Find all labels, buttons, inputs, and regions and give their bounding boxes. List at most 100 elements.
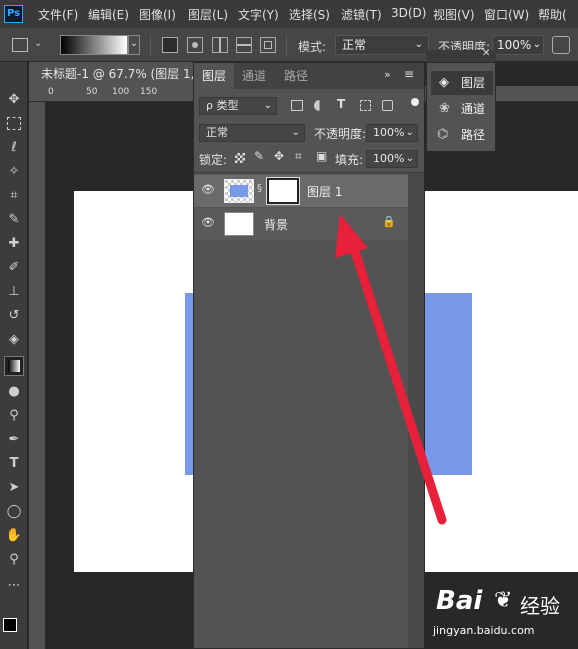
menu-bar: Ps 文件(F) 编辑(E) 图像(I) 图层(L) 文字(Y) 选择(S) 滤… [0, 0, 578, 28]
menu-image[interactable]: 图像(I) [139, 6, 176, 23]
crop-tool-icon[interactable]: ⌗ [4, 186, 24, 206]
reflected-gradient-button[interactable] [236, 37, 252, 53]
history-brush-tool-icon[interactable]: ↺ [4, 306, 24, 326]
scrollbar[interactable] [408, 173, 424, 648]
more-tools-icon[interactable]: ⋯ [4, 576, 24, 596]
clone-stamp-tool-icon[interactable]: ⊥ [4, 282, 24, 302]
menu-help[interactable]: 帮助( [538, 6, 567, 23]
layers-icon: ◈ [439, 75, 449, 90]
dock-item-layers[interactable]: ◈ 图层 [431, 71, 493, 95]
path-selection-tool-icon[interactable]: ➤ [4, 478, 24, 498]
foreground-color-swatch[interactable] [3, 618, 17, 632]
ellipse-tool-icon[interactable]: ◯ [4, 502, 24, 522]
filter-pixel-icon[interactable] [291, 100, 303, 111]
menu-file[interactable]: 文件(F) [38, 6, 78, 23]
gradient-tool-icon[interactable] [12, 38, 28, 52]
panel-menu-icon[interactable]: ≡ [404, 67, 414, 81]
lock-pixels-icon[interactable]: ✎ [254, 149, 264, 163]
brush-tool-icon[interactable]: ✐ [4, 258, 24, 278]
zoom-tool-icon[interactable]: ⚲ [4, 550, 24, 570]
type-tool-icon[interactable]: T [4, 454, 24, 474]
tab-paths[interactable]: 路径 [276, 63, 316, 89]
dock-item-label: 通道 [461, 102, 486, 116]
document-title: 未标题-1 @ 67.7% (图层 1, 图 [41, 67, 199, 81]
dock-item-paths[interactable]: ⌬ 路径 [431, 123, 493, 147]
tab-channels[interactable]: 通道 [234, 63, 274, 89]
eye-icon[interactable]: 👁 [201, 216, 215, 229]
chevron-down-icon: ⌄ [405, 127, 414, 138]
fill-input[interactable]: 100% ⌄ [366, 150, 418, 168]
dock-header: ✕ [426, 48, 496, 62]
eyedropper-tool-icon[interactable]: ✎ [4, 210, 24, 230]
filter-shape-icon[interactable] [360, 100, 371, 111]
menu-edit[interactable]: 编辑(E) [88, 6, 129, 23]
marquee-tool-icon[interactable] [4, 114, 24, 134]
eye-icon[interactable]: 👁 [201, 183, 215, 196]
mode-select[interactable]: 正常 ⌄ [335, 35, 429, 55]
linear-gradient-button[interactable] [162, 37, 178, 53]
hand-tool-icon[interactable]: ✋ [4, 526, 24, 546]
dodge-tool-icon[interactable]: ⚲ [4, 406, 24, 426]
move-tool-icon[interactable]: ✥ [4, 90, 24, 110]
eraser-tool-icon[interactable]: ◈ [4, 330, 24, 350]
mode-label: 模式: [298, 40, 327, 54]
dock-item-channels[interactable]: ❀ 通道 [431, 97, 493, 121]
close-icon[interactable] [29, 62, 30, 86]
dock-item-label: 路径 [461, 128, 486, 142]
filter-type-icon[interactable]: T [337, 97, 345, 111]
menu-type[interactable]: 文字(Y) [238, 6, 279, 23]
paw-icon: ❦ [494, 588, 513, 613]
lock-all-icon[interactable]: ▣ [316, 149, 327, 163]
channels-icon: ❀ [439, 101, 450, 116]
vertical-ruler [29, 102, 45, 649]
dock-item-label: 图层 [461, 76, 486, 90]
layer-mask-thumbnail[interactable] [266, 177, 300, 205]
blur-tool-icon[interactable]: ● [4, 382, 24, 402]
menu-select[interactable]: 选择(S) [289, 6, 330, 23]
layer-row-layer1[interactable]: 👁 § 图层 1 [194, 175, 408, 207]
lock-transparent-icon[interactable] [235, 153, 245, 163]
gradient-picker-chevron-icon[interactable]: ⌄ [128, 35, 140, 55]
blend-mode-select[interactable]: 正常 ⌄ [199, 124, 305, 142]
opacity-input[interactable]: 100% ⌄ [492, 35, 544, 55]
panel-tab-bar: 图层 通道 路径 » ≡ [194, 63, 424, 89]
gradient-tool-icon[interactable] [4, 356, 24, 376]
filter-toggle-icon[interactable] [411, 98, 419, 106]
layer-filter-select[interactable]: ρ 类型 ⌄ [199, 97, 277, 115]
lock-position-icon[interactable]: ✥ [274, 149, 284, 163]
chevron-down-icon: ⌄ [263, 100, 272, 111]
healing-brush-tool-icon[interactable]: ✚ [4, 234, 24, 254]
menu-filter[interactable]: 滤镜(T) [341, 6, 382, 23]
mode-value: 正常 [342, 38, 367, 52]
pen-tool-icon[interactable]: ✒ [4, 430, 24, 450]
layer-opacity-input[interactable]: 100% ⌄ [366, 124, 418, 142]
document-tab[interactable]: 未标题-1 @ 67.7% (图层 1, 图 [29, 62, 199, 86]
watermark-brand2: 经验 [520, 594, 560, 618]
menu-view[interactable]: 视图(V) [433, 6, 475, 23]
radial-gradient-button[interactable] [187, 37, 203, 53]
diamond-gradient-button[interactable] [260, 37, 276, 53]
magic-wand-tool-icon[interactable]: ✧ [4, 162, 24, 182]
ruler-tick: 0 [48, 87, 54, 97]
menu-3d[interactable]: 3D(D) [391, 6, 426, 20]
baidu-watermark: Bai ❦ 经验 jingyan.baidu.com [433, 584, 576, 644]
layer-row-background[interactable]: 👁 背景 🔒 [194, 208, 408, 240]
collapse-icon[interactable]: » [384, 68, 391, 81]
photoshop-logo: Ps [4, 5, 23, 23]
filter-adjustment-icon[interactable] [314, 100, 325, 111]
paths-icon: ⌬ [437, 127, 449, 142]
tab-layers[interactable]: 图层 [194, 63, 235, 89]
watermark-url: jingyan.baidu.com [433, 624, 535, 637]
blend-mode-value: 正常 [206, 126, 228, 139]
link-icon[interactable]: § [257, 183, 262, 194]
lasso-tool-icon[interactable]: ℓ [4, 138, 24, 158]
gradient-preview[interactable] [60, 35, 128, 55]
menu-layer[interactable]: 图层(L) [188, 6, 228, 23]
close-icon[interactable]: ✕ [482, 48, 490, 59]
tool-preset-chevron-icon[interactable]: ⌄ [34, 38, 42, 49]
pressure-opacity-button[interactable] [552, 36, 570, 54]
menu-window[interactable]: 窗口(W) [484, 6, 529, 23]
angle-gradient-button[interactable] [212, 37, 228, 53]
filter-smart-object-icon[interactable] [382, 100, 393, 111]
lock-artboard-icon[interactable]: ⌗ [295, 149, 302, 164]
